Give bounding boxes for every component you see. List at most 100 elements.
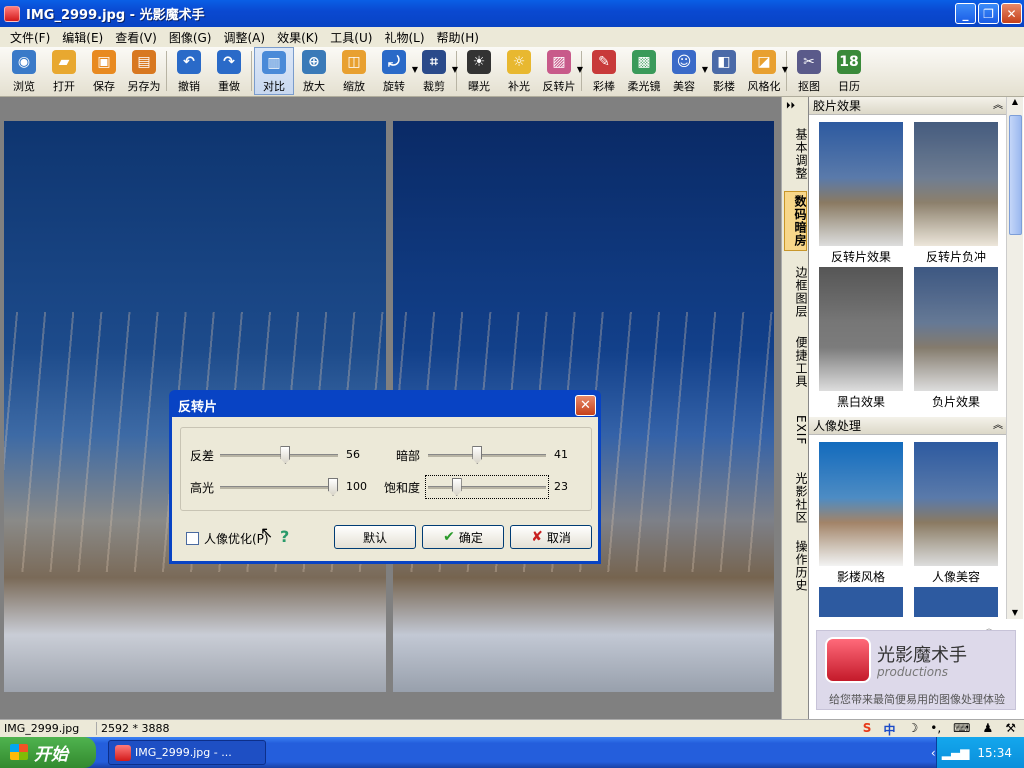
slider-thumb[interactable] bbox=[280, 446, 291, 464]
help-icon[interactable]: ? bbox=[280, 527, 289, 546]
restore-button[interactable]: ❐ bbox=[978, 3, 999, 24]
thumb-studio-style[interactable]: 影楼风格 bbox=[819, 442, 903, 584]
logo-mark bbox=[825, 637, 871, 683]
user-icon[interactable]: ♟ bbox=[978, 721, 997, 738]
tab-basic-adjust[interactable]: 基本调整 bbox=[784, 125, 808, 183]
tab-exif[interactable]: EXIF bbox=[784, 401, 808, 459]
chevron-up-icon[interactable]: ︽ bbox=[993, 97, 1003, 115]
menu-image[interactable]: 图像(G) bbox=[163, 29, 218, 46]
menu-effects[interactable]: 效果(K) bbox=[271, 29, 324, 46]
menu-view[interactable]: 查看(V) bbox=[109, 29, 163, 46]
menu-file[interactable]: 文件(F) bbox=[4, 29, 56, 46]
thumb-black-white[interactable]: 黑白效果 bbox=[819, 267, 903, 409]
toolbar-label: 抠图 bbox=[798, 80, 820, 93]
portrait-optimize-checkbox[interactable] bbox=[186, 532, 199, 545]
toolbar-button-18[interactable]: ◪ 风格化 ▼ bbox=[744, 47, 788, 95]
toolbar-button-9[interactable]: ⤾ 旋转 ▼ bbox=[374, 47, 418, 95]
section-portrait[interactable]: 人像处理 ︽ bbox=[809, 417, 1007, 435]
start-button[interactable]: 开始 bbox=[0, 737, 96, 768]
thumb-slide-cross[interactable]: 反转片负冲 bbox=[914, 122, 998, 264]
default-button[interactable]: 默认 bbox=[334, 525, 416, 549]
dialog-title-bar[interactable]: 反转片 ✕ bbox=[172, 393, 598, 417]
brand-logo: 光影魔术手 productions 给您带来最简便易用的图像处理体验 bbox=[816, 630, 1016, 710]
clock[interactable]: 15:34 bbox=[977, 746, 1012, 760]
saturation-label: 饱和度 bbox=[384, 481, 421, 495]
thumb-portrait-beauty[interactable]: 人像美容 bbox=[914, 442, 998, 584]
close-button[interactable]: ✕ bbox=[1001, 3, 1022, 24]
thumb-negative[interactable]: 负片效果 bbox=[914, 267, 998, 409]
collapse-arrows-icon[interactable]: ⏵⏵ bbox=[786, 101, 795, 111]
app-icon bbox=[4, 5, 20, 22]
toolbar-button-2[interactable]: ▣ 保存 bbox=[84, 47, 124, 95]
tab-community[interactable]: 光影社区 bbox=[784, 469, 808, 527]
portrait-optimize-label[interactable]: 人像优化(P) bbox=[204, 530, 269, 547]
toolbar-button-3[interactable]: ▤ 另存为 bbox=[124, 47, 164, 95]
moon-icon[interactable]: ☽ bbox=[903, 721, 922, 738]
thumb-slide-film[interactable]: 反转片效果 bbox=[819, 122, 903, 264]
toolbar-button-1[interactable]: ▰ 打开 bbox=[44, 47, 84, 95]
status-bar: IMG_2999.jpg 2592 * 3888 S 中 ☽ •, ⌨ ♟ ⚒ bbox=[0, 719, 1024, 737]
dropdown-arrow-icon[interactable]: ▼ bbox=[577, 65, 583, 74]
toolbar-button-5[interactable]: ↷ 重做 bbox=[209, 47, 249, 95]
toolbar-button-19[interactable]: ✂ 抠图 bbox=[789, 47, 829, 95]
toolbar-button-10[interactable]: ⌗ 裁剪 ▼ bbox=[414, 47, 458, 95]
windows-flag-icon bbox=[10, 744, 28, 760]
toolbar-button-17[interactable]: ◧ 影楼 bbox=[704, 47, 744, 95]
signal-icon[interactable]: ▂▄▆ bbox=[942, 746, 970, 760]
tray-arrow-icon[interactable]: ‹ bbox=[931, 746, 936, 760]
tab-border-layer[interactable]: 边框图层 bbox=[784, 263, 808, 321]
scroll-up-icon[interactable]: ▲ bbox=[1007, 97, 1023, 106]
sogou-icon[interactable]: S bbox=[859, 721, 876, 738]
toolbar-icon-13: ▨ bbox=[547, 50, 571, 74]
toolbar-button-20[interactable]: 18 日历 bbox=[829, 47, 869, 95]
wrench-icon[interactable]: ⚒ bbox=[1001, 721, 1020, 738]
ok-button[interactable]: ✔ 确定 bbox=[422, 525, 504, 549]
menu-edit[interactable]: 编辑(E) bbox=[56, 29, 109, 46]
toolbar-button-0[interactable]: ◉ 浏览 bbox=[4, 47, 44, 95]
panel-scrollbar[interactable]: ▲ ▼ bbox=[1006, 97, 1023, 619]
scroll-thumb[interactable] bbox=[1009, 115, 1022, 235]
ime-mode[interactable]: 中 bbox=[879, 721, 899, 738]
title-bar: IMG_2999.jpg - 光影魔术手 _ ❐ ✕ bbox=[0, 0, 1024, 27]
toolbar-button-4[interactable]: ↶ 撤销 bbox=[169, 47, 209, 95]
toolbar-button-7[interactable]: ⊕ 放大 bbox=[294, 47, 334, 95]
keyboard-icon[interactable]: ⌨ bbox=[949, 721, 974, 738]
toolbar-button-15[interactable]: ▩ 柔光镜 bbox=[624, 47, 664, 95]
checkmark-icon: ✔ bbox=[443, 529, 455, 545]
minimize-button[interactable]: _ bbox=[955, 3, 976, 24]
toolbar-label: 影楼 bbox=[713, 80, 735, 93]
toolbar-button-14[interactable]: ✎ 彩棒 bbox=[584, 47, 624, 95]
shadows-slider[interactable] bbox=[428, 444, 546, 466]
slider-thumb[interactable] bbox=[328, 478, 338, 496]
dropdown-arrow-icon[interactable]: ▼ bbox=[452, 65, 458, 74]
slider-thumb[interactable] bbox=[472, 446, 483, 464]
toolbar-label: 对比 bbox=[263, 80, 285, 93]
toolbar-button-12[interactable]: ☼ 补光 bbox=[499, 47, 539, 95]
tab-digital-darkroom[interactable]: 数码暗房 bbox=[784, 191, 807, 251]
section-film-effects[interactable]: 胶片效果 ︽ bbox=[809, 97, 1007, 115]
menu-gifts[interactable]: 礼物(L) bbox=[378, 29, 430, 46]
toolbar-button-16[interactable]: ☺ 美容 ▼ bbox=[664, 47, 708, 95]
scroll-down-icon[interactable]: ▼ bbox=[1007, 608, 1023, 617]
menu-tools[interactable]: 工具(U) bbox=[324, 29, 378, 46]
toolbar-button-13[interactable]: ▨ 反转片 ▼ bbox=[539, 47, 583, 95]
punctuation-icon[interactable]: •, bbox=[926, 721, 945, 738]
toolbar-button-6[interactable]: ▥ 对比 bbox=[254, 47, 294, 95]
contrast-slider[interactable] bbox=[220, 444, 338, 466]
dropdown-arrow-icon[interactable]: ▼ bbox=[782, 65, 788, 74]
chevron-up-icon[interactable]: ︽ bbox=[993, 417, 1003, 435]
slider-thumb[interactable] bbox=[451, 478, 462, 496]
dialog-close-button[interactable]: ✕ bbox=[575, 395, 596, 416]
menu-help[interactable]: 帮助(H) bbox=[431, 29, 485, 46]
cancel-button[interactable]: ✘ 取消 bbox=[510, 525, 592, 549]
toolbar-button-11[interactable]: ☀ 曝光 bbox=[459, 47, 499, 95]
tab-quick-tools[interactable]: 便捷工具 bbox=[784, 333, 808, 391]
saturation-slider[interactable] bbox=[425, 475, 549, 499]
taskbar-item-app[interactable]: IMG_2999.jpg - ... bbox=[108, 740, 266, 765]
highlights-slider[interactable] bbox=[220, 476, 338, 498]
tab-history[interactable]: 操作历史 bbox=[784, 537, 808, 595]
menu-adjust[interactable]: 调整(A) bbox=[217, 29, 271, 46]
system-tray: ‹ ▂▄▆ 15:34 bbox=[931, 737, 1024, 768]
status-image-size: 2592 * 3888 bbox=[96, 722, 173, 735]
toolbar-button-8[interactable]: ◫ 缩放 bbox=[334, 47, 374, 95]
